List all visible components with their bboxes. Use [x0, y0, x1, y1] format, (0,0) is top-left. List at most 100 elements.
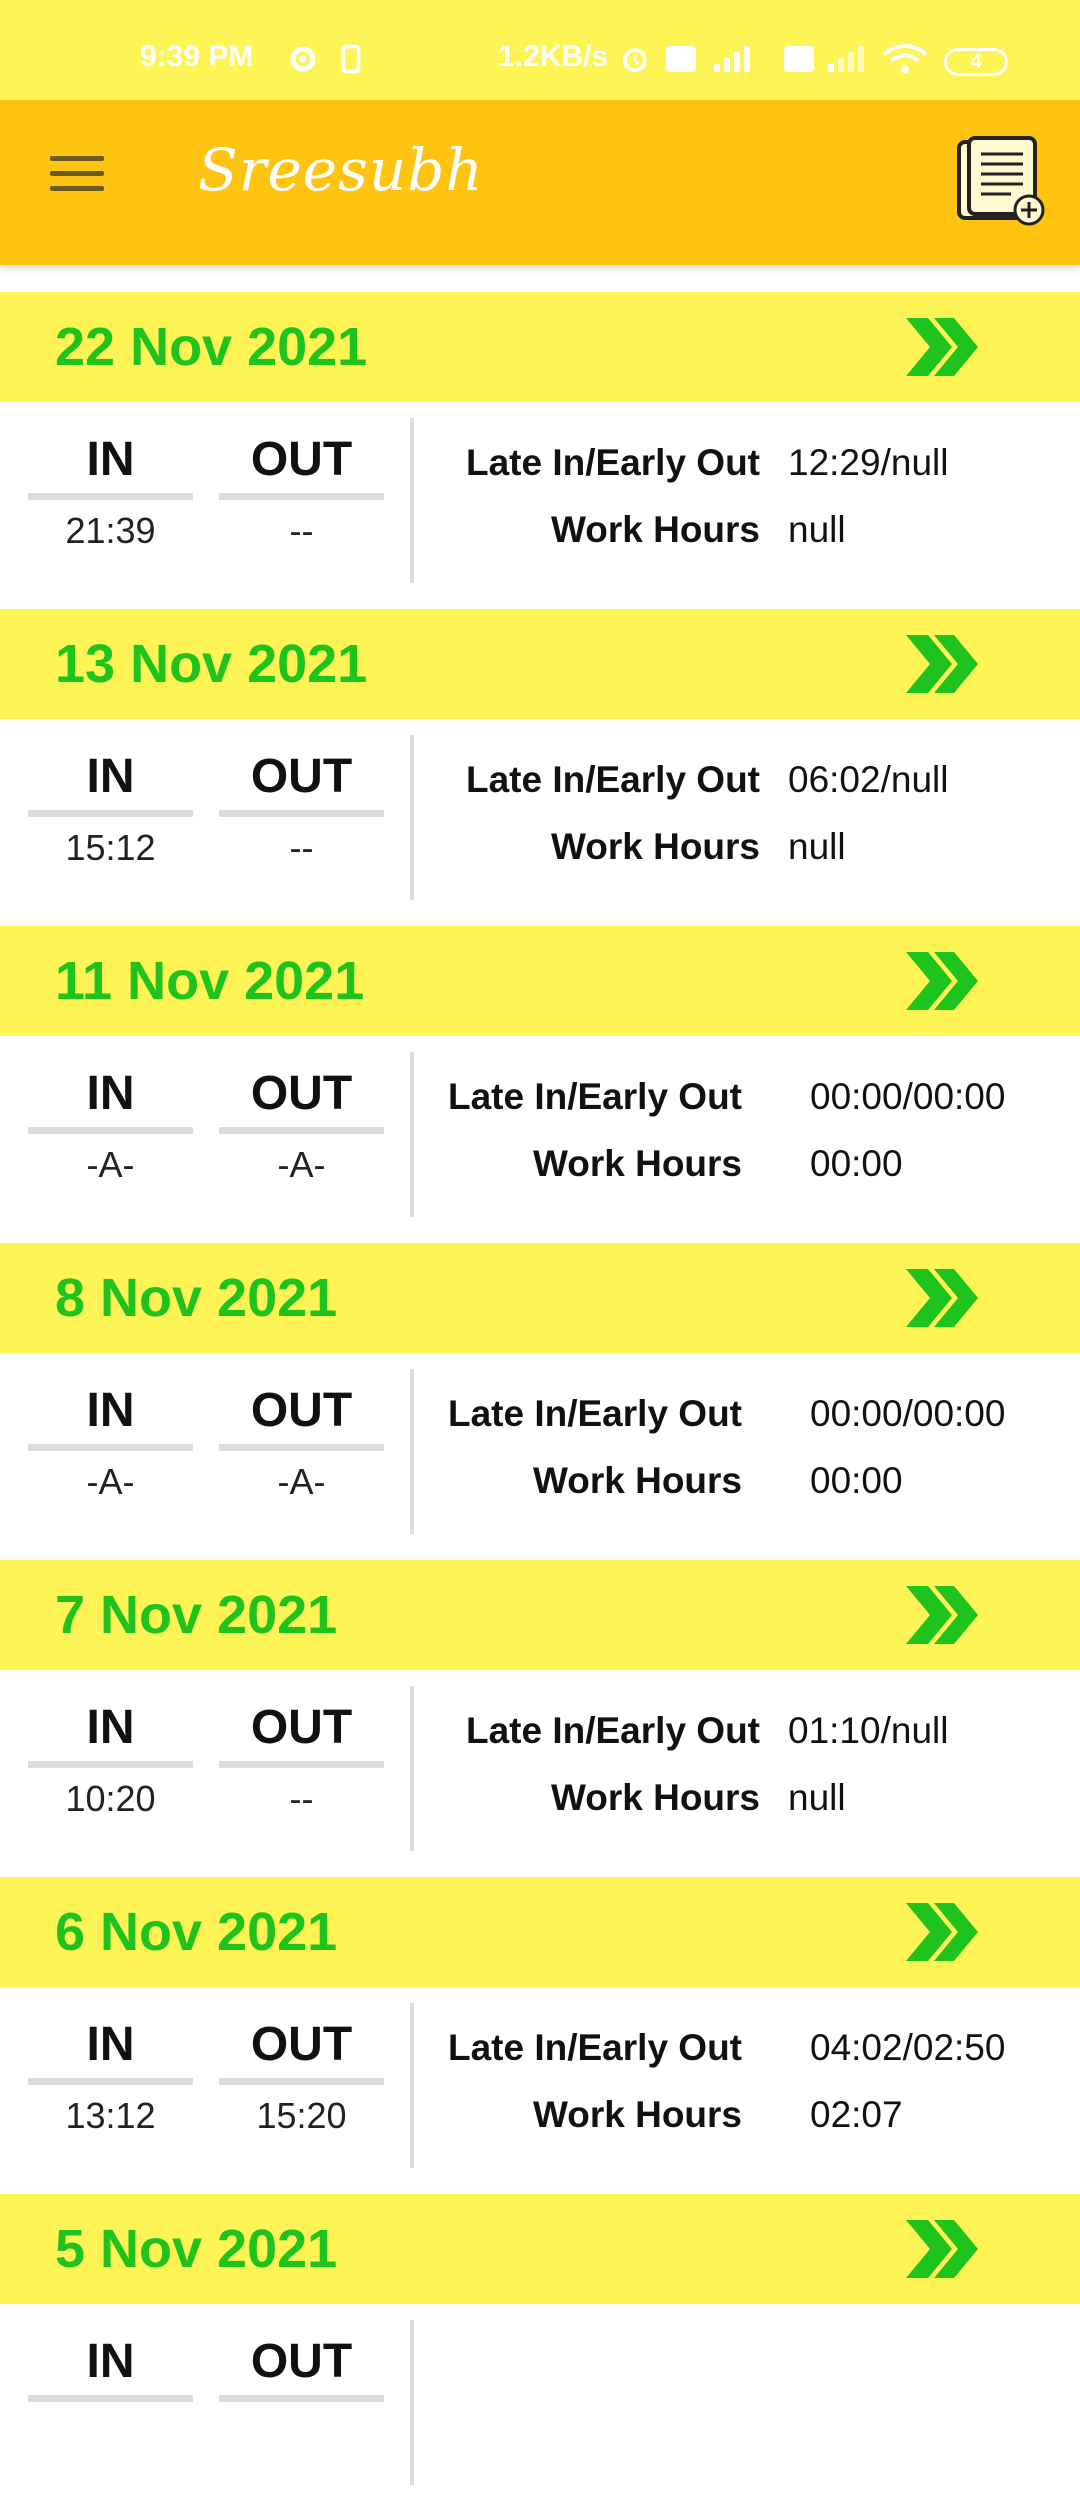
- in-label: IN: [28, 2334, 193, 2402]
- late-early-value: 01:10/null: [788, 1710, 949, 1751]
- in-column: IN: [28, 2334, 193, 2412]
- info-block: Late In/Early Out 06:02/null Work Hours nu…: [420, 759, 1080, 893]
- card-header[interactable]: 7 Nov 2021: [0, 1560, 1080, 1670]
- work-hours-label: Work Hours: [532, 1460, 742, 1501]
- divider: [410, 1052, 414, 1217]
- card-body: IN OUT: [0, 2304, 1080, 2511]
- in-time: 13:12: [65, 2095, 156, 2136]
- card-header[interactable]: 5 Nov 2021: [0, 2194, 1080, 2304]
- card-body: IN 15:12 OUT -- Late In/Early Out 06:02/n…: [0, 719, 1080, 926]
- in-label: IN: [28, 749, 193, 817]
- work-hours-label: Work Hours: [550, 826, 760, 867]
- double-chevron-right-icon[interactable]: [902, 948, 980, 1014]
- info-block: Late In/Early Out 00:00/00:00 Work Hours 0…: [420, 1393, 1080, 1527]
- card-date: 6 Nov 2021: [55, 1902, 338, 1962]
- card-date: 22 Nov 2021: [55, 317, 368, 377]
- out-label: OUT: [219, 1700, 384, 1768]
- network-speed: 1.2KB/s: [498, 40, 609, 73]
- card-date: 13 Nov 2021: [55, 634, 368, 694]
- card-date: 8 Nov 2021: [55, 1268, 338, 1328]
- work-hours-value: null: [788, 509, 846, 550]
- attendance-card: 6 Nov 2021 IN 13:12 OUT 15:20 Late In/Ea…: [0, 1877, 1080, 2194]
- signal-sim1-icon: [666, 46, 750, 72]
- card-body: IN -A- OUT -A- Late In/Early Out 00:00/00…: [0, 1353, 1080, 1560]
- card-header[interactable]: 8 Nov 2021: [0, 1243, 1080, 1353]
- in-time: -A-: [86, 1144, 135, 1185]
- attendance-card: 11 Nov 2021 IN -A- OUT -A- Late In/Early…: [0, 926, 1080, 1243]
- double-chevron-right-icon[interactable]: [902, 2216, 980, 2282]
- in-column: IN 15:12: [28, 749, 193, 869]
- in-label: IN: [28, 1700, 193, 1768]
- late-early-value: 04:02/02:50: [810, 2027, 1006, 2068]
- late-early-label: Late In/Early Out: [465, 1710, 760, 1751]
- out-label: OUT: [219, 1383, 384, 1451]
- wifi-icon: [882, 44, 928, 73]
- out-column: OUT -A-: [219, 1383, 384, 1503]
- work-hours-label: Work Hours: [532, 1143, 742, 1184]
- in-label: IN: [28, 432, 193, 500]
- info-block: Late In/Early Out 04:02/02:50 Work Hours 0…: [420, 2027, 1080, 2161]
- in-column: IN 13:12: [28, 2017, 193, 2137]
- in-column: IN -A-: [28, 1066, 193, 1186]
- in-column: IN 21:39: [28, 432, 193, 552]
- out-label: OUT: [219, 1066, 384, 1134]
- divider: [410, 2003, 414, 2168]
- in-time: 10:20: [65, 1778, 156, 1819]
- card-header[interactable]: 22 Nov 2021: [0, 292, 1080, 402]
- in-time: -A-: [86, 1461, 135, 1502]
- in-time: 21:39: [65, 510, 156, 551]
- divider: [410, 1686, 414, 1851]
- card-header[interactable]: 6 Nov 2021: [0, 1877, 1080, 1987]
- out-column: OUT --: [219, 432, 384, 552]
- in-column: IN -A-: [28, 1383, 193, 1503]
- document-add-icon[interactable]: [955, 136, 1047, 228]
- attendance-card: 5 Nov 2021 IN OUT: [0, 2194, 1080, 2511]
- battery-indicator: 4: [944, 48, 1008, 76]
- in-label: IN: [28, 1066, 193, 1134]
- app-title: Sreesubh: [198, 136, 484, 204]
- card-body: IN 10:20 OUT -- Late In/Early Out 01:10/n…: [0, 1670, 1080, 1877]
- app-bar: Sreesubh: [0, 100, 1080, 265]
- late-early-label: Late In/Early Out: [447, 1393, 742, 1434]
- out-time: -A-: [277, 1461, 326, 1502]
- work-hours-value: null: [788, 826, 846, 867]
- in-time: 15:12: [65, 827, 156, 868]
- double-chevron-right-icon[interactable]: [902, 1899, 980, 1965]
- signal-sim2-icon: [784, 46, 864, 72]
- out-column: OUT -A-: [219, 1066, 384, 1186]
- work-hours-label: Work Hours: [550, 1777, 760, 1818]
- out-time: 15:20: [256, 2095, 347, 2136]
- phone-status-icon: [341, 44, 361, 74]
- out-column: OUT: [219, 2334, 384, 2412]
- card-header[interactable]: 11 Nov 2021: [0, 926, 1080, 1036]
- work-hours-value: 00:00: [810, 1143, 903, 1184]
- out-label: OUT: [219, 2334, 384, 2402]
- info-block: Late In/Early Out 12:29/null Work Hours nu…: [420, 442, 1080, 576]
- out-column: OUT 15:20: [219, 2017, 384, 2137]
- late-early-label: Late In/Early Out: [447, 2027, 742, 2068]
- late-early-label: Late In/Early Out: [447, 1076, 742, 1117]
- out-column: OUT --: [219, 1700, 384, 1820]
- double-chevron-right-icon[interactable]: [902, 631, 980, 697]
- work-hours-label: Work Hours: [532, 2094, 742, 2135]
- card-header[interactable]: 13 Nov 2021: [0, 609, 1080, 719]
- late-early-value: 00:00/00:00: [810, 1393, 1006, 1434]
- late-early-value: 00:00/00:00: [810, 1076, 1006, 1117]
- info-block: Late In/Early Out 00:00/00:00 Work Hours 0…: [420, 1076, 1080, 1210]
- out-time: -A-: [277, 1144, 326, 1185]
- menu-icon[interactable]: [50, 156, 104, 196]
- out-column: OUT --: [219, 749, 384, 869]
- double-chevron-right-icon[interactable]: [902, 1265, 980, 1331]
- divider: [410, 2320, 414, 2485]
- card-date: 7 Nov 2021: [55, 1585, 338, 1645]
- out-time: --: [289, 1778, 314, 1819]
- out-label: OUT: [219, 749, 384, 817]
- double-chevron-right-icon[interactable]: [902, 1582, 980, 1648]
- card-date: 11 Nov 2021: [55, 951, 365, 1011]
- status-time: 9:39 PM: [140, 40, 254, 73]
- late-early-label: Late In/Early Out: [465, 759, 760, 800]
- double-chevron-right-icon[interactable]: [902, 314, 980, 380]
- in-column: IN 10:20: [28, 1700, 193, 1820]
- card-date: 5 Nov 2021: [55, 2219, 338, 2279]
- card-body: IN 21:39 OUT -- Late In/Early Out 12:29/n…: [0, 402, 1080, 609]
